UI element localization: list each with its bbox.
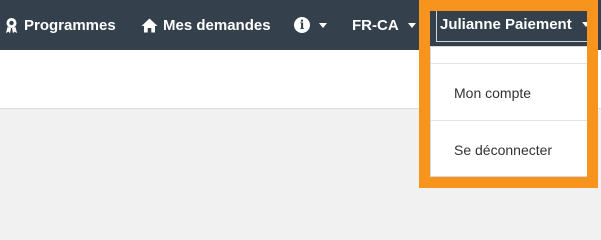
language-label: FR-CA bbox=[352, 16, 399, 34]
nav-programmes[interactable]: Programmes bbox=[4, 0, 116, 50]
menu-divider bbox=[431, 120, 587, 121]
nav-mes-demandes-label: Mes demandes bbox=[163, 16, 271, 34]
user-dropdown-menu: Mon compte Se déconnecter bbox=[430, 46, 588, 177]
menu-item-label: Se déconnecter bbox=[454, 142, 553, 158]
home-icon bbox=[141, 18, 158, 33]
menu-item-se-deconnecter[interactable]: Se déconnecter bbox=[431, 130, 587, 170]
user-menu-toggle[interactable]: Julianne Paiement bbox=[436, 7, 590, 42]
nav-programmes-label: Programmes bbox=[24, 16, 116, 34]
info-icon: i bbox=[294, 17, 310, 33]
user-name: Julianne Paiement bbox=[440, 16, 572, 33]
top-navbar: Programmes Mes demandes i FR-CA Julianne… bbox=[0, 0, 601, 50]
nav-mes-demandes[interactable]: Mes demandes bbox=[141, 0, 271, 50]
chevron-down-icon bbox=[319, 22, 327, 28]
language-dropdown-toggle[interactable]: FR-CA bbox=[352, 0, 416, 50]
chevron-down-icon bbox=[407, 22, 416, 28]
info-dropdown-toggle[interactable]: i bbox=[294, 0, 327, 50]
award-icon bbox=[4, 17, 19, 34]
chevron-down-icon bbox=[581, 22, 590, 27]
menu-divider bbox=[431, 63, 587, 64]
menu-item-label: Mon compte bbox=[454, 85, 532, 101]
menu-item-mon-compte[interactable]: Mon compte bbox=[431, 73, 587, 113]
